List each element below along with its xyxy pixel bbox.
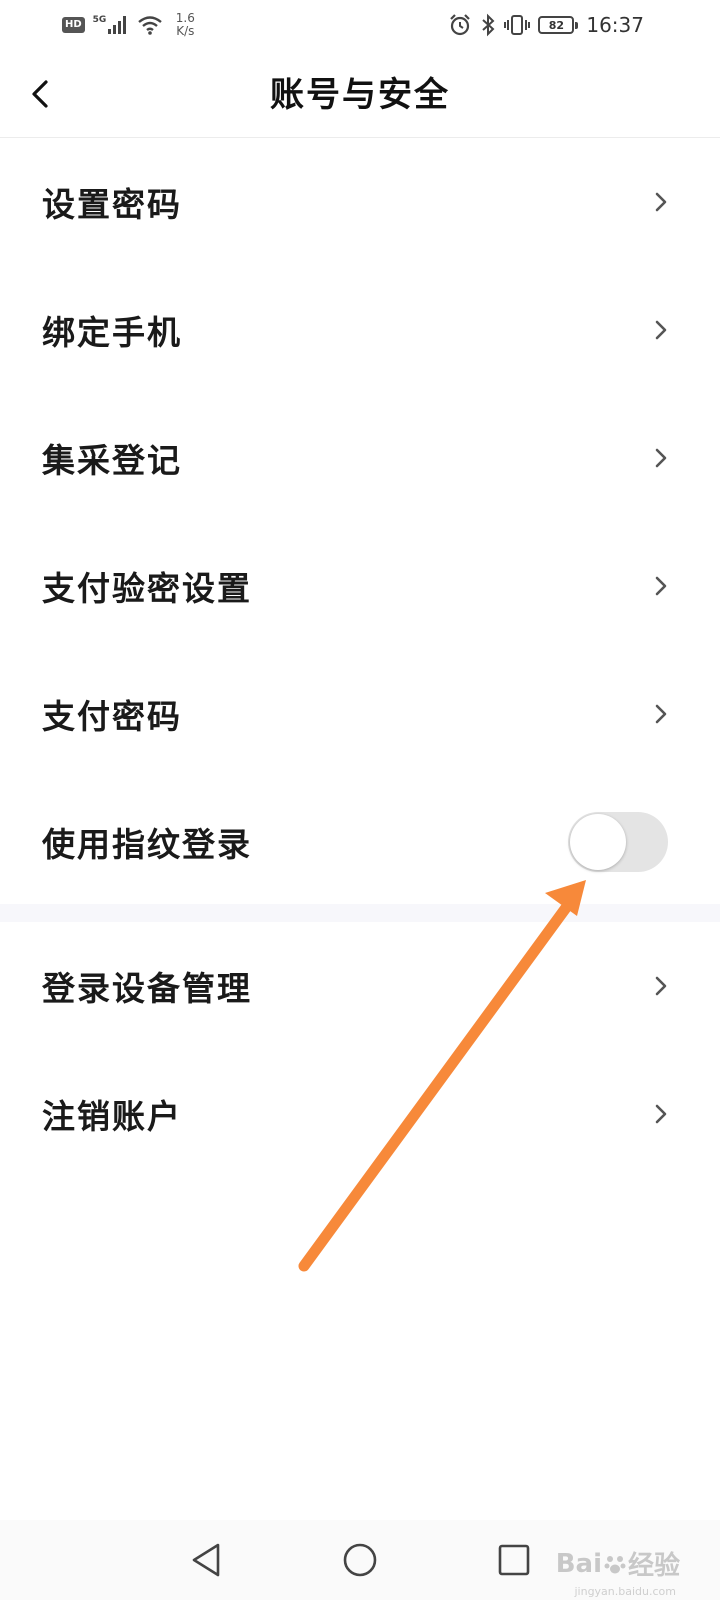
menu-item-delete-account[interactable]: 注销账户 [0,1050,720,1178]
menu-item-set-password[interactable]: 设置密码 [0,138,720,266]
square-recent-icon [498,1544,530,1576]
nav-back-button[interactable] [180,1534,232,1586]
status-time: 16:37 [586,13,644,37]
network-type: 5G [92,15,107,25]
signal-icon [108,16,127,34]
menu-item-payment-verification-settings[interactable]: 支付验密设置 [0,522,720,650]
section-divider [0,904,720,922]
status-left: HD 5G 1.6 K/s [62,10,199,40]
menu-item-label: 支付密码 [42,697,182,736]
chevron-right-icon [655,320,667,340]
fingerprint-login-toggle[interactable] [568,812,668,872]
settings-list-secondary: 登录设备管理 注销账户 [0,922,720,1178]
menu-item-label: 支付验密设置 [42,569,252,608]
vibrate-icon [504,15,531,35]
bluetooth-icon [482,13,495,37]
menu-item-bind-phone[interactable]: 绑定手机 [0,266,720,394]
chevron-right-icon [655,704,667,724]
chevron-right-icon [655,448,667,468]
menu-item-label: 设置密码 [42,185,182,224]
triangle-back-icon [192,1543,220,1577]
wifi-icon [138,16,163,35]
app-header: 账号与安全 [0,52,720,138]
page-title: 账号与安全 [270,75,450,115]
circle-home-icon [343,1543,377,1577]
menu-item-login-device-management[interactable]: 登录设备管理 [0,922,720,1050]
menu-item-payment-password[interactable]: 支付密码 [0,650,720,778]
back-arrow-icon [32,80,48,108]
watermark-logo: Bai 经验 [556,1545,680,1582]
network-speed: 1.6 K/s [171,12,199,38]
menu-item-label: 注销账户 [42,1097,182,1136]
settings-list-primary: 设置密码 绑定手机 集采登记 支付验密设置 支付密码 使用指纹登录 [0,138,720,906]
back-button[interactable] [20,72,60,116]
watermark-brand-suffix: 经验 [627,1551,680,1581]
signal-group: 5G [93,15,130,35]
toggle-knob [570,814,626,870]
menu-item-label: 使用指纹登录 [42,825,252,864]
speed-unit: K/s [176,24,195,38]
status-bar: HD 5G 1.6 K/s 82 16:37 [0,0,720,50]
system-nav-bar: Bai 经验 jingyan.baidu.com [0,1520,720,1600]
alarm-icon [450,14,471,36]
menu-item-procurement-registration[interactable]: 集采登记 [0,394,720,522]
watermark-url: jingyan.baidu.com [574,1585,676,1598]
hd-badge: HD [62,17,85,33]
chevron-right-icon [655,576,667,596]
paw-icon [604,1555,626,1573]
menu-item-label: 绑定手机 [42,313,182,352]
chevron-right-icon [655,976,667,996]
watermark-brand: Bai [555,1548,602,1579]
menu-item-label: 登录设备管理 [42,969,252,1008]
nav-recent-apps-button[interactable] [488,1534,540,1586]
chevron-right-icon [655,192,667,212]
menu-item-label: 集采登记 [42,441,182,480]
chevron-right-icon [655,1104,667,1124]
battery-icon: 82 [538,16,579,34]
nav-home-button[interactable] [334,1534,386,1586]
menu-item-fingerprint-login: 使用指纹登录 [0,778,720,906]
status-right: 82 16:37 [448,10,644,40]
